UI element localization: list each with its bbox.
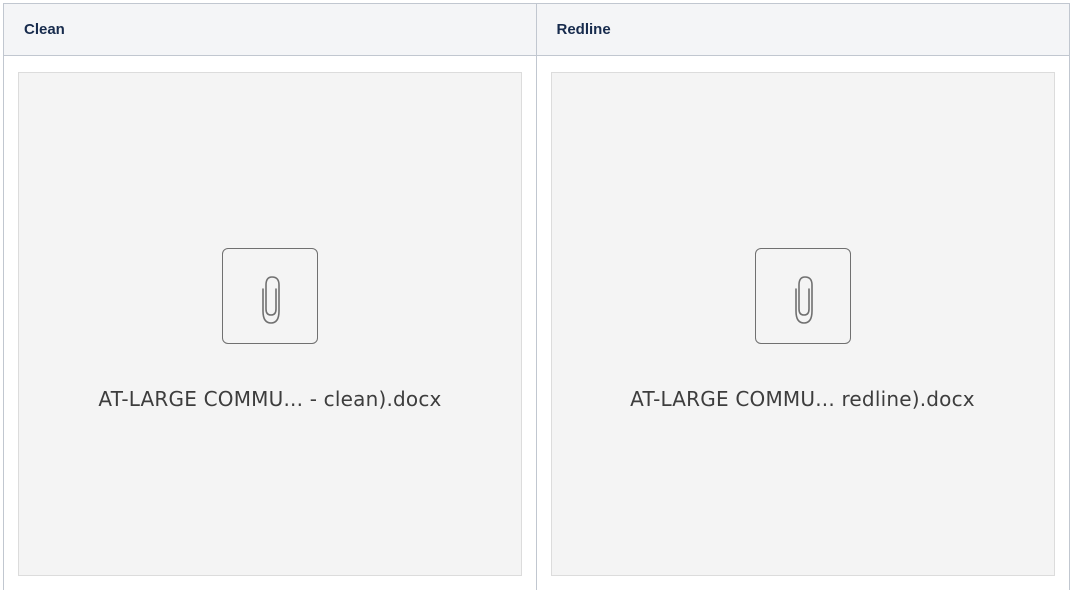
attachment-file-name-redline: AT-LARGE COMMU... redline).docx (630, 387, 975, 411)
column-clean: Clean AT-LARGE COMMU... - clean).docx (4, 4, 537, 590)
attachment-file-name-clean: AT-LARGE COMMU... - clean).docx (98, 387, 442, 411)
header-label-redline: Redline (556, 21, 611, 38)
attachment-preview-redline[interactable]: AT-LARGE COMMU... redline).docx (550, 72, 1055, 576)
attachment-preview-clean[interactable]: AT-LARGE COMMU... - clean).docx (18, 72, 522, 576)
table-header-clean: Clean (4, 4, 536, 56)
table-header-redline: Redline (536, 4, 1069, 56)
header-label-clean: Clean (24, 21, 65, 38)
paperclip-icon (222, 248, 318, 344)
column-redline: Redline AT-LARGE COMMU... redline).docx (536, 4, 1070, 590)
attachments-table: Clean AT-LARGE COMMU... - clean).docx Re… (3, 3, 1070, 590)
paperclip-icon (754, 248, 851, 344)
